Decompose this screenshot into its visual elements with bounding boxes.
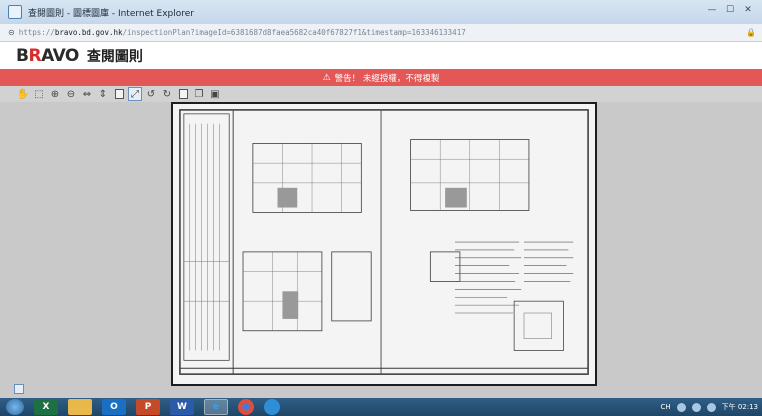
page-icon[interactable]: [176, 87, 190, 101]
internet-explorer-icon[interactable]: e: [204, 399, 228, 415]
pan-icon[interactable]: ✋: [16, 87, 30, 101]
window-title: 查閱圖則 - 圖標圖庫 - Internet Explorer: [28, 8, 195, 19]
zoom-in-icon[interactable]: ⊕: [48, 87, 62, 101]
rotate-left-icon[interactable]: ↺: [144, 87, 158, 101]
fit-width-icon[interactable]: ⇔: [80, 87, 94, 101]
volume-icon[interactable]: [706, 402, 716, 412]
warning-text: 警告！ 未經授權，不得複製: [334, 73, 440, 84]
minimize-button[interactable]: —: [704, 3, 720, 17]
file-explorer-icon[interactable]: [68, 399, 92, 415]
page-header: BRAVO 查閱圖則: [0, 42, 762, 69]
powerpoint-icon[interactable]: P: [136, 399, 160, 415]
ie-app-icon: [8, 5, 22, 19]
warning-icon: ⚠: [322, 72, 331, 83]
copy-icon[interactable]: ❐: [192, 87, 206, 101]
clock[interactable]: 下午 02:13: [722, 403, 758, 411]
rotate-right-icon[interactable]: ↻: [160, 87, 174, 101]
window-titlebar: 查閱圖則 - 圖標圖庫 - Internet Explorer — ☐ ✕: [0, 0, 762, 24]
warning-banner: ⚠ 警告！ 未經授權，不得複製: [0, 69, 762, 86]
page-title: 查閱圖則: [86, 48, 143, 65]
bravo-logo: BRAVO: [16, 45, 79, 66]
fit-page-icon[interactable]: ⇕: [96, 87, 110, 101]
word-icon[interactable]: W: [170, 399, 194, 415]
outlook-icon[interactable]: O: [102, 399, 126, 415]
excel-icon[interactable]: X: [34, 399, 58, 415]
floor-plan-image[interactable]: [171, 102, 597, 386]
chrome-icon[interactable]: [238, 399, 254, 415]
close-button[interactable]: ✕: [740, 3, 756, 17]
url-text[interactable]: https://bravo.bd.gov.hk/inspectionPlan?i…: [19, 28, 719, 37]
system-tray: CH 下午 02:13: [660, 398, 758, 416]
window-controls: — ☐ ✕: [704, 3, 756, 17]
network-icon[interactable]: [691, 402, 701, 412]
edge-icon[interactable]: [264, 399, 280, 415]
address-bar[interactable]: ⊝ https://bravo.bd.gov.hk/inspectionPlan…: [0, 24, 762, 42]
save-icon[interactable]: ▣: [208, 87, 222, 101]
lock-icon: ⊝: [8, 28, 15, 37]
start-button[interactable]: [6, 399, 24, 415]
maximize-button[interactable]: ☐: [722, 3, 738, 17]
select-icon[interactable]: ⬚: [32, 87, 46, 101]
fit-all-icon[interactable]: ⤢: [128, 87, 142, 101]
floor-plan-drawing: [179, 109, 589, 375]
zoom-out-icon[interactable]: ⊖: [64, 87, 78, 101]
info-icon[interactable]: [14, 384, 24, 394]
tray-icon[interactable]: [676, 402, 686, 412]
security-lock-icon[interactable]: 🔒: [746, 28, 756, 37]
document-viewer[interactable]: [0, 102, 762, 398]
windows-taskbar: X O P W e CH 下午 02:13: [0, 398, 762, 416]
language-indicator[interactable]: CH: [660, 403, 670, 411]
viewer-toolbar: ✋ ⬚ ⊕ ⊖ ⇔ ⇕ ⤢ ↺ ↻ ❐ ▣: [0, 86, 762, 102]
actual-size-icon[interactable]: [112, 87, 126, 101]
